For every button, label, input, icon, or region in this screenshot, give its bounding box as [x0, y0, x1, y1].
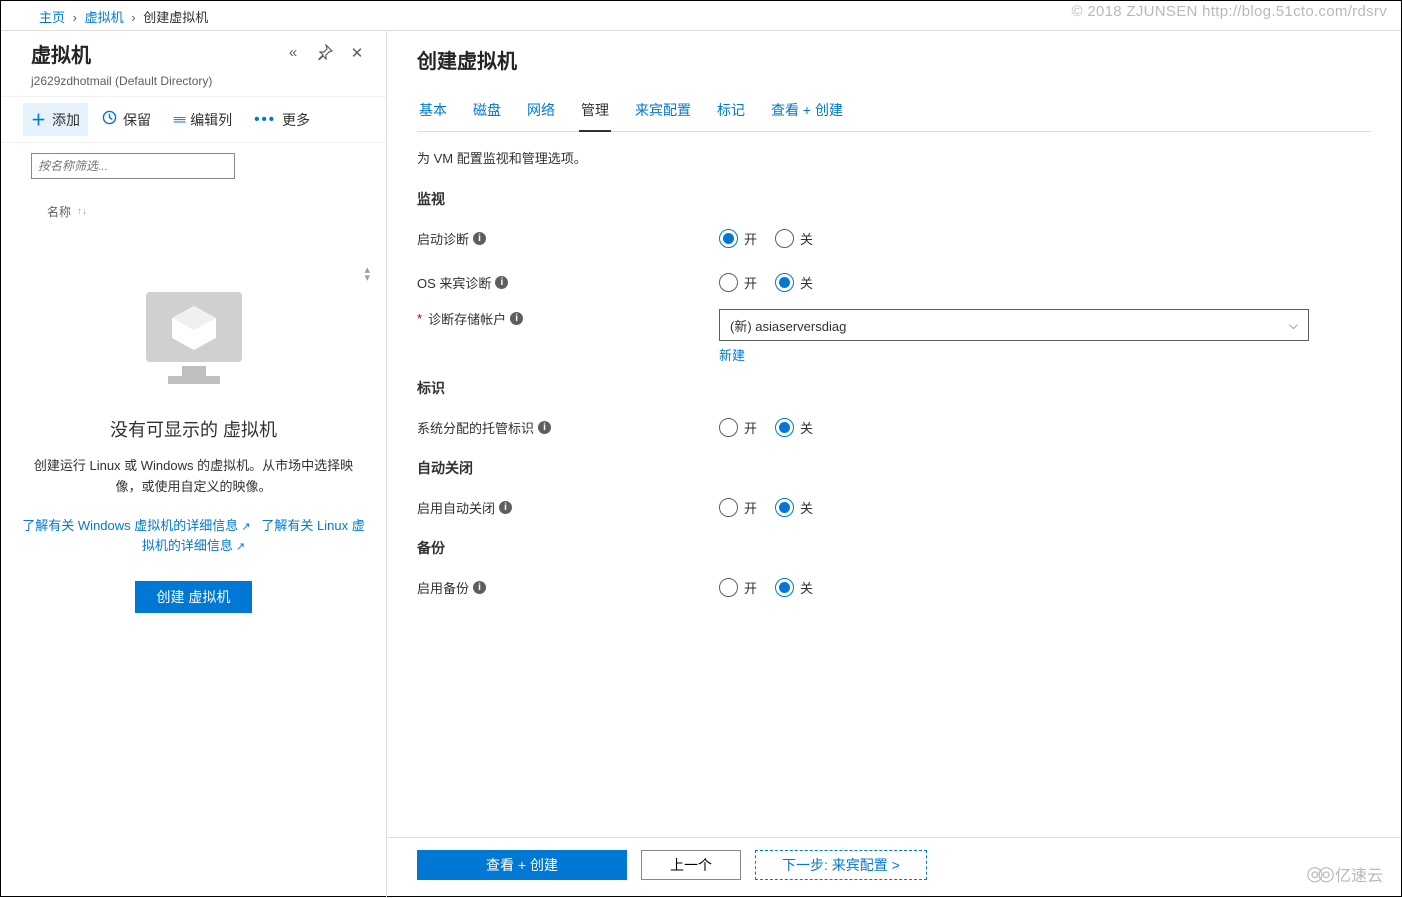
empty-state: 没有可显示的 虚拟机 创建运行 Linux 或 Windows 的虚拟机。从市场…: [1, 228, 386, 613]
breadcrumb-current: 创建虚拟机: [143, 10, 208, 25]
review-create-button[interactable]: 查看 + 创建: [417, 850, 627, 880]
column-header-name[interactable]: 名称 ↑↓: [1, 185, 386, 228]
label-os-diag: OS 来宾诊断 i: [417, 273, 719, 292]
tab-description: 为 VM 配置监视和管理选项。: [417, 148, 1371, 167]
blade-title: 虚拟机: [31, 39, 284, 68]
info-icon[interactable]: i: [495, 276, 508, 289]
tab-network[interactable]: 网络: [525, 94, 557, 131]
scroll-indicator: ▴▾: [364, 266, 370, 282]
chevron-down-icon: ⌵: [1289, 318, 1298, 333]
editcols-label: 编辑列: [190, 110, 232, 130]
os-diag-on[interactable]: 开: [719, 273, 757, 292]
boot-diag-off[interactable]: 关: [775, 229, 813, 248]
label-managed-identity: 系统分配的托管标识 i: [417, 418, 719, 437]
label-backup: 启用备份 i: [417, 578, 719, 597]
more-icon: •••: [254, 111, 276, 128]
label-diag-storage: * 诊断存储帐户 i: [417, 309, 719, 328]
breadcrumb-sep: ›: [73, 10, 77, 25]
boot-diag-on[interactable]: 开: [719, 229, 757, 248]
tab-tags[interactable]: 标记: [715, 94, 747, 131]
info-icon[interactable]: i: [538, 421, 551, 434]
empty-title: 没有可显示的 虚拟机: [1, 416, 386, 442]
new-storage-link[interactable]: 新建: [719, 345, 1309, 364]
vm-empty-icon: [134, 284, 254, 394]
collapse-icon[interactable]: «: [284, 44, 302, 64]
vm-list-blade: 虚拟机 « ✕ j2629zdhotmail (Default Director…: [1, 31, 387, 898]
more-button[interactable]: ••• 更多: [246, 104, 318, 136]
info-icon[interactable]: i: [510, 312, 523, 325]
close-icon[interactable]: ✕: [348, 44, 366, 64]
keep-label: 保留: [123, 110, 151, 130]
toolbar: ＋ 添加 保留 ≡≡ 编辑列 ••• 更多: [1, 96, 386, 143]
add-button[interactable]: ＋ 添加: [23, 103, 88, 136]
next-button[interactable]: 下一步: 来宾配置 >: [755, 850, 927, 880]
windows-vm-link[interactable]: 了解有关 Windows 虚拟机的详细信息: [22, 518, 250, 533]
breadcrumb: 主页 › 虚拟机 › 创建虚拟机: [1, 1, 1401, 31]
breadcrumb-vm[interactable]: 虚拟机: [85, 10, 124, 25]
edit-columns-button[interactable]: ≡≡ 编辑列: [165, 104, 240, 136]
plus-icon: ＋: [31, 109, 46, 130]
autoshutdown-off[interactable]: 关: [775, 498, 813, 517]
tab-disk[interactable]: 磁盘: [471, 94, 503, 131]
create-title: 创建虚拟机: [387, 31, 1401, 94]
label-auto-shutdown: 启用自动关闭 i: [417, 498, 719, 517]
identity-on[interactable]: 开: [719, 418, 757, 437]
autoshutdown-on[interactable]: 开: [719, 498, 757, 517]
identity-off[interactable]: 关: [775, 418, 813, 437]
col-name-label: 名称: [47, 203, 71, 220]
label-boot-diag: 启动诊断 i: [417, 229, 719, 248]
section-identity: 标识: [417, 378, 1371, 398]
tab-basic[interactable]: 基本: [417, 94, 449, 131]
clock-icon: [102, 110, 117, 129]
create-vm-blade: 创建虚拟机 基本 磁盘 网络 管理 来宾配置 标记 查看 + 创建 为 VM 配…: [387, 31, 1401, 898]
section-monitor: 监视: [417, 189, 1371, 209]
tab-manage[interactable]: 管理: [579, 94, 611, 132]
add-label: 添加: [52, 110, 80, 130]
breadcrumb-sep: ›: [131, 10, 135, 25]
previous-button[interactable]: 上一个: [641, 850, 741, 880]
tab-guest[interactable]: 来宾配置: [633, 94, 693, 131]
directory-label: j2629zdhotmail (Default Directory): [1, 74, 386, 96]
dropdown-value: (新) asiaserversdiag: [730, 316, 846, 335]
backup-off[interactable]: 关: [775, 578, 813, 597]
wizard-tabs: 基本 磁盘 网络 管理 来宾配置 标记 查看 + 创建: [417, 94, 1371, 132]
section-backup: 备份: [417, 538, 1371, 558]
breadcrumb-home[interactable]: 主页: [39, 10, 65, 25]
empty-desc: 创建运行 Linux 或 Windows 的虚拟机。从市场中选择映像，或使用自定…: [1, 456, 386, 498]
sort-icon: ↑↓: [77, 206, 87, 217]
info-icon[interactable]: i: [473, 581, 486, 594]
pin-icon[interactable]: [316, 44, 334, 64]
section-autoshutdown: 自动关闭: [417, 458, 1371, 478]
more-label: 更多: [282, 110, 310, 130]
diag-storage-dropdown[interactable]: (新) asiaserversdiag ⌵: [719, 309, 1309, 341]
os-diag-off[interactable]: 关: [775, 273, 813, 292]
info-icon[interactable]: i: [499, 501, 512, 514]
filter-input[interactable]: [31, 153, 235, 179]
columns-icon: ≡≡: [173, 112, 184, 127]
info-icon[interactable]: i: [473, 232, 486, 245]
tab-review[interactable]: 查看 + 创建: [769, 94, 845, 131]
wizard-footer: 查看 + 创建 上一个 下一步: 来宾配置 >: [387, 837, 1401, 898]
keep-button[interactable]: 保留: [94, 104, 159, 136]
create-vm-button[interactable]: 创建 虚拟机: [135, 581, 253, 613]
backup-on[interactable]: 开: [719, 578, 757, 597]
